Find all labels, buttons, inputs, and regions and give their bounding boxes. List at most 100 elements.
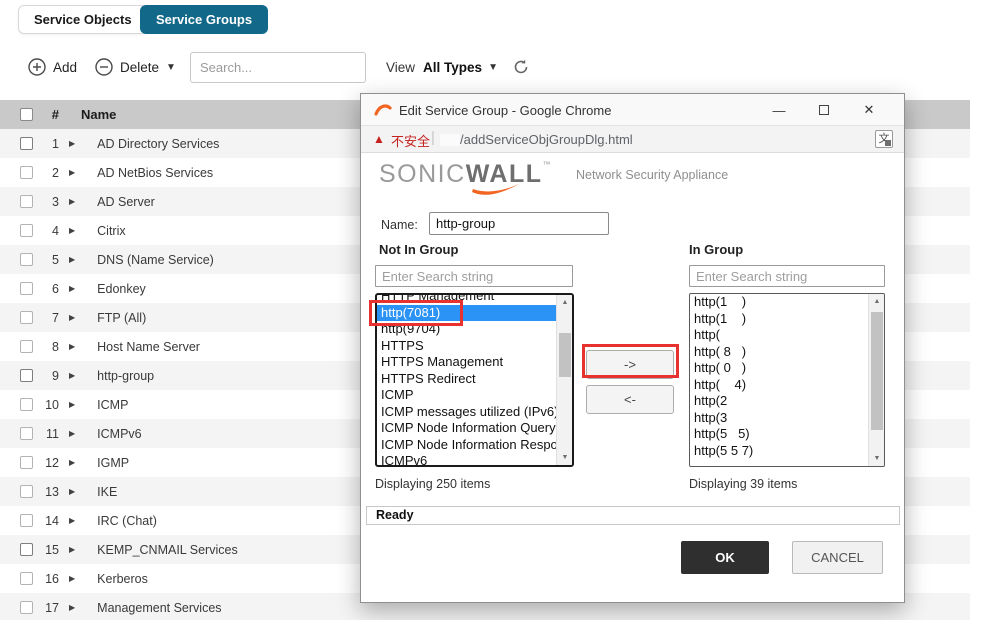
add-button[interactable]: Add [28,50,77,84]
expand-arrow-icon[interactable]: ▶ [69,342,75,351]
not-in-group-item[interactable]: HTTPS Management [377,354,556,371]
not-in-group-listbox[interactable]: HTTP Managementhttp(7081)http(9704)HTTPS… [375,293,574,467]
row-checkbox[interactable] [20,282,33,295]
row-checkbox[interactable] [20,601,33,614]
row-checkbox[interactable] [20,485,33,498]
ok-button[interactable]: OK [681,541,769,574]
in-group-item[interactable]: http(1 ) [690,311,868,328]
row-checkbox[interactable] [20,253,33,266]
toolbar: Add Delete ▼ View All Types ▼ [0,50,960,84]
not-in-group-item[interactable]: http(9704) [377,321,556,338]
expand-arrow-icon[interactable]: ▶ [69,429,75,438]
search-input[interactable] [190,52,366,83]
expand-arrow-icon[interactable]: ▶ [69,603,75,612]
not-in-group-item[interactable]: HTTP Management [377,293,556,305]
in-group-item[interactable]: http(3 [690,410,868,427]
in-group-scrollbar[interactable]: ▲ ▼ [868,294,884,466]
row-checkbox[interactable] [20,166,33,179]
move-to-group-button[interactable]: -> [586,350,674,379]
not-in-group-item[interactable]: ICMP Node Information Query [377,420,556,437]
scroll-down-icon[interactable]: ▼ [869,451,885,466]
scroll-down-icon[interactable]: ▼ [557,450,573,465]
expand-arrow-icon[interactable]: ▶ [69,574,75,583]
not-in-group-scrollbar[interactable]: ▲ ▼ [556,295,572,465]
scrollbar-thumb[interactable] [871,312,883,430]
expand-arrow-icon[interactable]: ▶ [69,197,75,206]
expand-arrow-icon[interactable]: ▶ [69,255,75,264]
row-checkbox[interactable] [20,456,33,469]
in-group-item[interactable]: http(1 ) [690,294,868,311]
expand-arrow-icon[interactable]: ▶ [69,458,75,467]
in-group-item[interactable]: http( 4) [690,377,868,394]
brand-tagline: Network Security Appliance [576,168,728,182]
row-checkbox[interactable] [20,427,33,440]
expand-arrow-icon[interactable]: ▶ [69,226,75,235]
in-group-item[interactable]: http(5 5 7) [690,443,868,460]
logo-sonic: SONIC [379,160,466,188]
row-checkbox[interactable] [20,311,33,324]
expand-arrow-icon[interactable]: ▶ [69,516,75,525]
not-in-group-item[interactable]: ICMP messages utilized (IPv6) [377,404,556,421]
row-checkbox[interactable] [20,195,33,208]
row-checkbox[interactable] [20,137,33,150]
maximize-button[interactable] [802,94,846,126]
row-name: IKE [97,485,117,499]
in-group-listbox[interactable]: http(1 )http(1 )http( http( 8 )http( 0 )… [689,293,885,467]
in-group-search-input[interactable] [689,265,885,287]
expand-arrow-icon[interactable]: ▶ [69,168,75,177]
scroll-up-icon[interactable]: ▲ [557,295,573,310]
row-checkbox[interactable] [20,543,33,556]
in-group-item[interactable]: http( 8 ) [690,344,868,361]
view-label: View [386,60,415,75]
row-number: 15 [39,543,59,557]
row-checkbox[interactable] [20,369,33,382]
chevron-down-icon: ▼ [166,62,176,73]
row-checkbox[interactable] [20,572,33,585]
row-checkbox[interactable] [20,514,33,527]
expand-arrow-icon[interactable]: ▶ [69,139,75,148]
status-text: Ready [376,508,414,522]
tab-service-objects[interactable]: Service Objects [18,5,148,34]
expand-arrow-icon[interactable]: ▶ [69,371,75,380]
not-in-group-search-input[interactable] [375,265,573,287]
tab-service-groups[interactable]: Service Groups [140,5,268,34]
not-in-group-item[interactable]: ICMP Node Information Respon [377,437,556,454]
refresh-icon[interactable] [512,58,530,76]
translate-icon[interactable]: 文 [875,130,893,148]
not-in-group-items: HTTP Managementhttp(7081)http(9704)HTTPS… [377,293,556,467]
row-checkbox[interactable] [20,340,33,353]
expand-arrow-icon[interactable]: ▶ [69,284,75,293]
row-checkbox[interactable] [20,224,33,237]
delete-button[interactable]: Delete ▼ [95,50,176,84]
minimize-button[interactable]: — [757,94,801,126]
not-in-group-item[interactable]: ICMP [377,387,556,404]
not-in-group-item[interactable]: http(7081) [377,305,556,322]
minus-circle-icon [95,58,113,76]
dialog-title: Edit Service Group - Google Chrome [399,103,611,118]
expand-arrow-icon[interactable]: ▶ [69,400,75,409]
scrollbar-thumb[interactable] [559,333,571,377]
view-type-dropdown[interactable]: All Types ▼ [423,60,498,75]
row-checkbox[interactable] [20,398,33,411]
expand-arrow-icon[interactable]: ▶ [69,545,75,554]
close-button[interactable]: ✕ [847,94,891,126]
in-group-item[interactable]: http( [690,327,868,344]
in-group-item[interactable]: http(5 5) [690,426,868,443]
not-in-group-item[interactable]: ICMPv6 [377,453,556,467]
not-in-group-item[interactable]: HTTPS [377,338,556,355]
security-warning: 不安全 [391,131,430,150]
expand-arrow-icon[interactable]: ▶ [69,487,75,496]
not-in-group-item[interactable]: HTTPS Redirect [377,371,556,388]
in-group-item[interactable]: http(2 [690,393,868,410]
cancel-button[interactable]: CANCEL [792,541,883,574]
expand-arrow-icon[interactable]: ▶ [69,313,75,322]
select-all-checkbox[interactable] [20,108,33,121]
status-bar: Ready [366,506,900,525]
logo-tm: ™ [543,160,553,169]
name-input[interactable] [429,212,609,235]
row-name: Citrix [97,224,125,238]
remove-from-group-button[interactable]: <- [586,385,674,414]
name-label: Name: [381,218,418,232]
in-group-item[interactable]: http( 0 ) [690,360,868,377]
scroll-up-icon[interactable]: ▲ [869,294,885,309]
